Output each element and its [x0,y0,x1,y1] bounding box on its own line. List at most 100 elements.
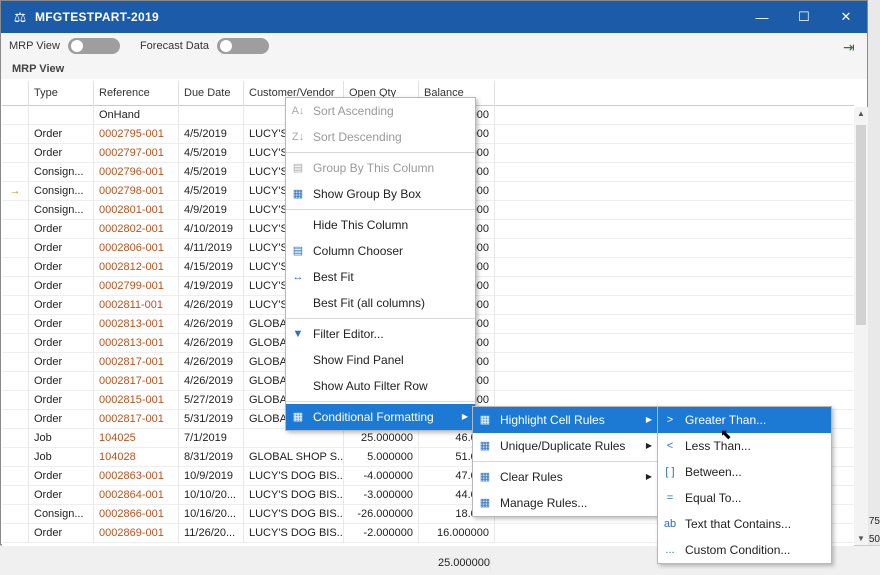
menu-item-sort-descending[interactable]: Z↓ Sort Descending [286,124,475,150]
type-cell[interactable]: Order [29,391,94,410]
close-button[interactable]: ✕ [825,1,867,33]
type-cell[interactable]: Order [29,296,94,315]
due-date-cell[interactable]: 4/9/2019 [179,201,244,220]
type-cell[interactable]: Job [29,429,94,448]
due-date-cell[interactable]: 7/1/2019 [179,429,244,448]
type-cell[interactable]: Order [29,315,94,334]
menu-item-greater-than[interactable]: > Greater Than... [658,407,831,433]
reference-cell[interactable]: 0002817-001 [94,372,179,391]
reference-cell[interactable]: 104025 [94,429,179,448]
reference-cell[interactable]: 0002806-001 [94,239,179,258]
type-cell[interactable]: Order [29,239,94,258]
due-date-cell[interactable]: 4/26/2019 [179,334,244,353]
type-cell[interactable]: Consign... [29,505,94,524]
customer-vendor-cell[interactable]: LUCY'S DOG BIS... [244,524,344,543]
type-cell[interactable]: Job [29,448,94,467]
type-cell[interactable]: Order [29,125,94,144]
reference-cell[interactable]: 0002864-001 [94,486,179,505]
due-date-cell[interactable]: 4/19/2019 [179,277,244,296]
scroll-down-icon[interactable]: ▼ [854,534,868,543]
type-cell[interactable]: Order [29,144,94,163]
reference-cell[interactable]: 0002802-001 [94,220,179,239]
due-date-cell[interactable]: 4/5/2019 [179,125,244,144]
type-cell[interactable] [29,106,94,125]
reference-cell[interactable]: 0002811-001 [94,296,179,315]
reference-cell[interactable]: 0002866-001 [94,505,179,524]
type-cell[interactable]: Order [29,524,94,543]
reference-cell[interactable]: 0002863-001 [94,467,179,486]
customer-vendor-cell[interactable]: LUCY'S DOG BIS... [244,486,344,505]
type-cell[interactable]: Order [29,220,94,239]
due-date-cell[interactable]: 4/5/2019 [179,182,244,201]
due-date-cell[interactable]: 8/31/2019 [179,448,244,467]
reference-cell[interactable]: 0002817-001 [94,353,179,372]
reference-cell[interactable]: 0002812-001 [94,258,179,277]
menu-item-unique-duplicate-rules[interactable]: ▦ Unique/Duplicate Rules ▶ [473,433,659,459]
menu-item-highlight-cell-rules[interactable]: ▦ Highlight Cell Rules ▶ [473,407,659,433]
forecast-data-toggle[interactable] [217,38,270,54]
customer-vendor-cell[interactable]: GLOBAL SHOP S... [244,448,344,467]
due-date-cell[interactable]: 4/5/2019 [179,163,244,182]
balance-cell[interactable]: 16.000000 [419,524,495,543]
type-cell[interactable]: Consign... [29,182,94,201]
maximize-button[interactable]: ☐ [783,1,825,33]
due-date-cell[interactable] [179,106,244,125]
menu-item-text-that-contains[interactable]: ab Text that Contains... [658,511,831,537]
due-date-cell[interactable]: 4/15/2019 [179,258,244,277]
due-date-cell[interactable]: 10/9/2019 [179,467,244,486]
type-cell[interactable]: Order [29,353,94,372]
type-cell[interactable]: Order [29,486,94,505]
column-header-type[interactable]: Type [29,81,94,106]
type-cell[interactable]: Order [29,372,94,391]
reference-cell[interactable]: 0002797-001 [94,144,179,163]
type-cell[interactable]: Consign... [29,163,94,182]
reference-cell[interactable]: 0002813-001 [94,334,179,353]
menu-item-show-auto-filter-row[interactable]: Show Auto Filter Row [286,373,475,399]
column-header-reference[interactable]: Reference [94,81,179,106]
export-icon[interactable]: ⇥ [843,39,859,55]
menu-item-group-by-this-column[interactable]: ▤ Group By This Column [286,155,475,181]
type-cell[interactable]: Order [29,277,94,296]
customer-vendor-cell[interactable]: LUCY'S DOG BIS... [244,467,344,486]
reference-cell[interactable]: 0002817-001 [94,410,179,429]
menu-item-best-fit[interactable]: ↔ Best Fit [286,264,475,290]
due-date-cell[interactable]: 10/16/20... [179,505,244,524]
reference-cell[interactable]: 0002869-001 [94,524,179,543]
type-cell[interactable]: Consign... [29,201,94,220]
due-date-cell[interactable]: 5/27/2019 [179,391,244,410]
menu-item-filter-editor[interactable]: ▼ Filter Editor... [286,321,475,347]
due-date-cell[interactable]: 4/26/2019 [179,315,244,334]
reference-cell[interactable]: OnHand [94,106,179,125]
reference-cell[interactable]: 0002815-001 [94,391,179,410]
open-qty-cell[interactable]: -26.000000 [344,505,419,524]
menu-item-best-fit-all-columns[interactable]: Best Fit (all columns) [286,290,475,316]
menu-item-sort-ascending[interactable]: A↓ Sort Ascending [286,98,475,124]
open-qty-cell[interactable]: 5.000000 [344,448,419,467]
open-qty-cell[interactable]: -2.000000 [344,524,419,543]
reference-cell[interactable]: 104028 [94,448,179,467]
menu-item-hide-this-column[interactable]: Hide This Column [286,212,475,238]
menu-item-manage-rules[interactable]: ▦ Manage Rules... [473,490,659,516]
mrp-view-toggle[interactable] [67,38,120,54]
due-date-cell[interactable]: 4/26/2019 [179,353,244,372]
due-date-cell[interactable]: 4/11/2019 [179,239,244,258]
due-date-cell[interactable]: 5/31/2019 [179,410,244,429]
reference-cell[interactable]: 0002801-001 [94,201,179,220]
due-date-cell[interactable]: 4/26/2019 [179,372,244,391]
menu-item-clear-rules[interactable]: ▦ Clear Rules ▶ [473,464,659,490]
open-qty-cell[interactable]: 25.000000 [344,429,419,448]
scrollbar-thumb[interactable] [856,125,866,325]
reference-cell[interactable]: 0002813-001 [94,315,179,334]
open-qty-cell[interactable]: -4.000000 [344,467,419,486]
type-cell[interactable]: Order [29,334,94,353]
due-date-cell[interactable]: 4/10/2019 [179,220,244,239]
customer-vendor-cell[interactable] [244,429,344,448]
reference-cell[interactable]: 0002799-001 [94,277,179,296]
customer-vendor-cell[interactable]: LUCY'S DOG BIS... [244,505,344,524]
menu-item-between[interactable]: [ ] Between... [658,459,831,485]
menu-item-column-chooser[interactable]: ▤ Column Chooser [286,238,475,264]
minimize-button[interactable]: — [741,1,783,33]
due-date-cell[interactable]: 11/26/20... [179,524,244,543]
due-date-cell[interactable]: 4/26/2019 [179,296,244,315]
scroll-up-icon[interactable]: ▲ [854,109,868,118]
